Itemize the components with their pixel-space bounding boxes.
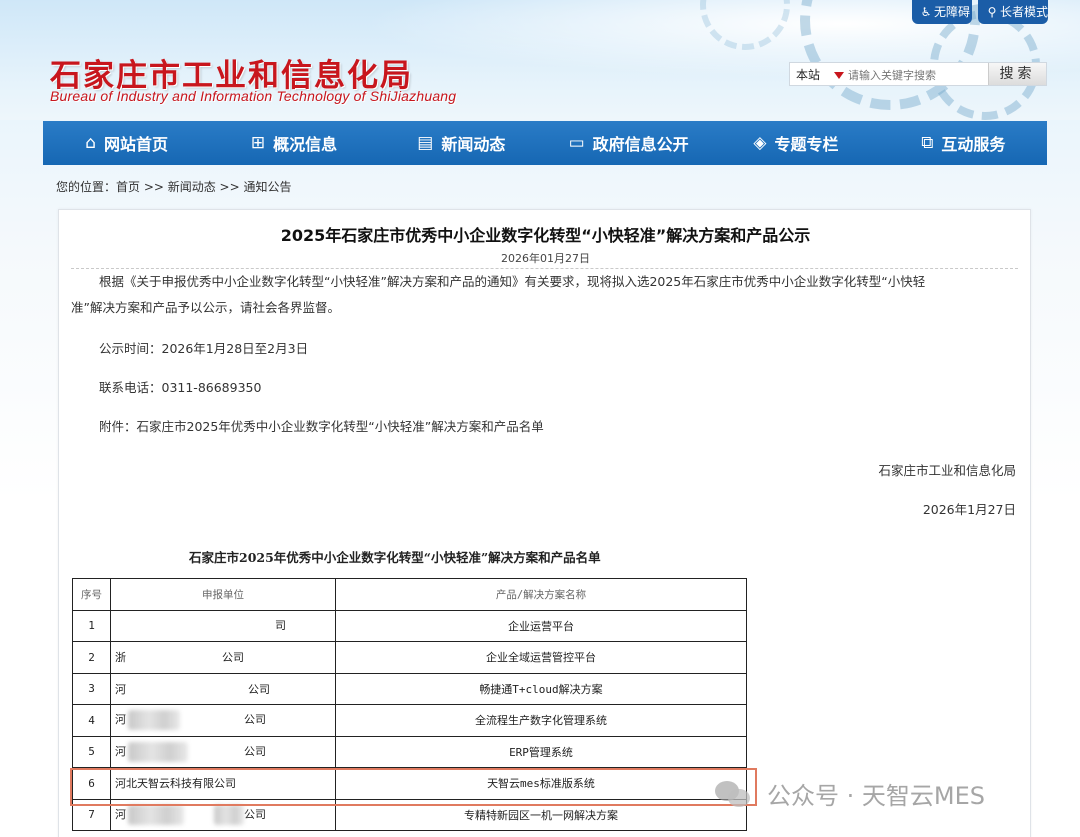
header-unit: 申报单位 — [110, 578, 336, 611]
unit-prefix: 河 — [115, 744, 126, 758]
layers-icon: ◈ — [753, 133, 767, 153]
redacted-mask — [214, 804, 244, 825]
article-date: 2026年01月27日 — [501, 252, 590, 265]
chat-icon: ▭ — [568, 133, 585, 153]
article-title: 2025年石家庄市优秀中小企业数字化转型“小快轻准”解决方案和产品公示 — [280, 226, 811, 245]
redacted-mask — [128, 804, 184, 825]
wechat-icon — [715, 779, 753, 809]
unit-prefix: 浙 — [115, 651, 126, 665]
attachment-link[interactable]: 附件：石家庄市2025年优秀中小企业数字化转型“小快轻准”解决方案和产品名单 — [99, 414, 544, 440]
cell-product: 企业运营平台 — [335, 609, 747, 642]
article-box: 2025年石家庄市优秀中小企业数字化转型“小快轻准”解决方案和产品公示 2026… — [58, 209, 1031, 837]
publicity-period: 公示时间：2026年1月28日至2月3日 — [99, 341, 309, 356]
nav-news[interactable]: ▤ 新闻动态 — [378, 121, 545, 165]
cell-unit: 浙 公司 — [110, 641, 336, 674]
signature: 石家庄市工业和信息化局 — [878, 463, 1016, 478]
site-logo-en: Bureau of Industry and Information Techn… — [50, 88, 457, 104]
table-row: 4 河 公司 全流程生产数字化管理系统 — [72, 704, 747, 737]
paragraph-line: 根据《关于申报优秀中小企业数字化转型“小快轻准”解决方案和产品的通知》有关要求，… — [99, 274, 926, 289]
redacted-mask — [128, 741, 188, 762]
table-caption: 石家庄市2025年优秀中小企业数字化转型“小快轻准”解决方案和产品名单 — [189, 550, 601, 565]
nav-home[interactable]: ⌂ 网站首页 — [43, 121, 210, 165]
header-product: 产品/解决方案名称 — [335, 578, 747, 611]
cell-product: 企业全域运营管控平台 — [335, 641, 747, 674]
nav-label: 概况信息 — [273, 135, 338, 154]
nav-label: 政府信息公开 — [592, 135, 689, 154]
unit-suffix: 司 — [275, 618, 286, 632]
home-icon: ⌂ — [85, 133, 97, 153]
search-scope-select[interactable]: 本站 — [796, 63, 820, 87]
unit-suffix: 公司 — [244, 807, 266, 821]
accessibility-label: 无障碍 — [934, 5, 971, 19]
elder-mode-label: 长者模式 — [1000, 5, 1049, 19]
unit-suffix: 公司 — [248, 682, 270, 696]
watermark: 公众号 · 天智云MES — [715, 776, 985, 811]
nav-label: 新闻动态 — [441, 135, 506, 154]
interact-icon: ⧉ — [921, 133, 934, 153]
cell-no: 4 — [72, 704, 111, 737]
breadcrumb: 您的位置：首页 >> 新闻动态 >> 通知公告 — [56, 180, 292, 194]
cell-product: 全流程生产数字化管理系统 — [335, 704, 747, 737]
nav-label: 互动服务 — [941, 135, 1006, 154]
unit-prefix: 河 — [115, 682, 126, 696]
contact-phone: 联系电话：0311-86689350 — [99, 380, 262, 395]
nav-label: 网站首页 — [104, 135, 169, 154]
main-nav: ⌂ 网站首页 ⊞ 概况信息 ▤ 新闻动态 ▭ 政府信息公开 ◈ 专题专栏 ⧉ 互动服务 — [43, 121, 1047, 165]
cell-unit: 司 — [110, 609, 336, 642]
table-row: 3 河 公司 畅捷通T+cloud解决方案 — [72, 672, 747, 705]
redacted-mask — [128, 710, 180, 731]
signature-date: 2026年1月27日 — [922, 502, 1016, 517]
table-row: 5 河 公司 ERP管理系统 — [72, 735, 747, 768]
cell-product: ERP管理系统 — [335, 735, 747, 768]
cell-no: 1 — [72, 609, 111, 642]
page: 石家庄市工业和信息化局 Bureau of Industry and Infor… — [0, 0, 1080, 837]
table-row: 2 浙 公司 企业全域运营管控平台 — [72, 641, 747, 674]
unit-suffix: 公司 — [244, 713, 266, 727]
cell-unit: 河 公司 — [110, 735, 336, 768]
cell-no: 2 — [72, 641, 111, 674]
nav-interact[interactable]: ⧉ 互动服务 — [880, 121, 1047, 165]
highlight-box — [70, 768, 757, 806]
accessibility-button[interactable]: ♿ 无障碍 — [912, 0, 972, 24]
nav-label: 专题专栏 — [774, 135, 839, 154]
table-row: 1 司 企业运营平台 — [72, 609, 747, 642]
unit-suffix: 公司 — [244, 744, 266, 758]
header-no: 序号 — [72, 578, 111, 611]
nav-overview[interactable]: ⊞ 概况信息 — [210, 121, 377, 165]
paragraph-line: 准”解决方案和产品予以公示，请社会各界监督。 — [71, 300, 340, 315]
cell-unit: 河 公司 — [110, 672, 336, 705]
unit-prefix: 河 — [115, 807, 126, 821]
cell-unit: 河 公司 — [110, 704, 336, 737]
grid-icon: ⊞ — [250, 133, 266, 153]
news-icon: ▤ — [417, 133, 434, 153]
table-header-row: 序号 申报单位 产品/解决方案名称 — [72, 578, 747, 611]
article-paragraph: 根据《关于申报优秀中小企业数字化转型“小快轻准”解决方案和产品的通知》有关要求，… — [71, 269, 1004, 321]
cell-product: 畅捷通T+cloud解决方案 — [335, 672, 747, 705]
site-header: 石家庄市工业和信息化局 Bureau of Industry and Infor… — [0, 0, 1080, 120]
cell-no: 3 — [72, 672, 111, 705]
search-button[interactable]: 搜索 — [988, 63, 1046, 85]
watermark-text: 公众号 · 天智云MES — [767, 782, 985, 810]
unit-suffix: 公司 — [222, 651, 244, 665]
wheelchair-icon: ♿ — [920, 5, 932, 19]
dropdown-triangle-icon[interactable] — [834, 72, 844, 79]
elder-mode-button[interactable]: ⚲ 长者模式 — [978, 0, 1048, 24]
elder-icon: ⚲ — [987, 5, 997, 19]
nav-special[interactable]: ◈ 专题专栏 — [712, 121, 879, 165]
search-input[interactable] — [848, 66, 978, 84]
cell-no: 5 — [72, 735, 111, 768]
search-bar: 本站 搜索 — [789, 62, 1047, 86]
nav-gov-info[interactable]: ▭ 政府信息公开 — [545, 121, 712, 165]
unit-prefix: 河 — [115, 713, 126, 727]
